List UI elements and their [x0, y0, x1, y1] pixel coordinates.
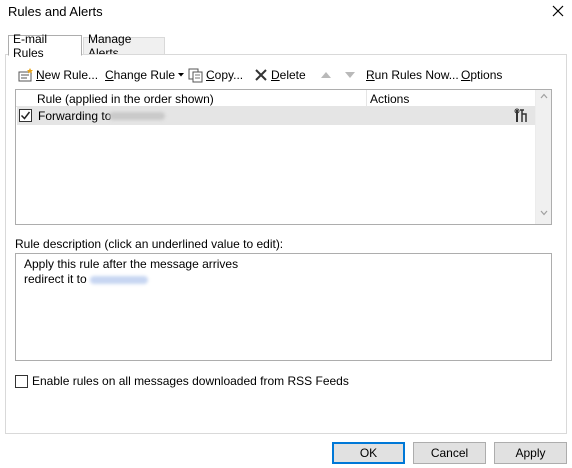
cancel-button[interactable]: Cancel: [413, 442, 486, 464]
rule-name: Forwarding to: [38, 109, 112, 123]
close-button[interactable]: [548, 0, 568, 22]
copy-label: opy...: [214, 68, 244, 82]
new-rule-label: ew Rule...: [44, 68, 99, 82]
column-divider[interactable]: [366, 90, 367, 106]
redacted-recipient: [109, 112, 165, 120]
new-rule-icon: [17, 67, 35, 83]
rule-description-label: Rule description (click an underlined va…: [15, 237, 284, 251]
column-actions-header[interactable]: Actions: [370, 92, 409, 106]
options-button[interactable]: Options: [461, 66, 502, 84]
rule-enabled-checkbox[interactable]: [19, 109, 32, 122]
scroll-up-icon[interactable]: [540, 93, 548, 99]
move-down-button[interactable]: [344, 66, 356, 84]
delete-button[interactable]: Delete: [252, 66, 306, 84]
rules-list[interactable]: Rule (applied in the order shown) Action…: [15, 89, 552, 225]
rss-label: Enable rules on all messages downloaded …: [32, 374, 349, 388]
change-rule-label: hange Rule: [113, 68, 176, 82]
run-rules-now-button[interactable]: Run Rules Now...: [366, 66, 459, 84]
copy-icon: [187, 67, 205, 83]
run-rules-accel: R: [366, 68, 375, 82]
chevron-down-icon: [178, 73, 185, 77]
description-line-condition: Apply this rule after the message arrive…: [24, 257, 239, 271]
description-action-text: redirect it to: [24, 272, 87, 286]
change-rule-button[interactable]: Change Rule: [105, 66, 185, 84]
rule-description-box[interactable]: Apply this rule after the message arrive…: [15, 253, 552, 361]
window-title: Rules and Alerts: [8, 4, 103, 19]
column-rule-header[interactable]: Rule (applied in the order shown): [37, 92, 214, 106]
new-rule-accel: N: [36, 68, 45, 82]
delete-accel: D: [271, 68, 280, 82]
move-up-button[interactable]: [320, 66, 332, 84]
apply-button[interactable]: Apply: [494, 442, 567, 464]
tab-email-rules[interactable]: E-mail Rules: [8, 32, 82, 60]
arrow-down-icon: [345, 72, 355, 78]
run-rules-label: un Rules Now...: [374, 68, 459, 82]
scroll-down-icon[interactable]: [540, 210, 548, 216]
copy-button[interactable]: Copy...: [187, 66, 243, 84]
list-header: Rule (applied in the order shown) Action…: [16, 90, 535, 107]
change-rule-accel: C: [105, 68, 114, 82]
checkmark-icon: [20, 111, 31, 120]
rules-list-scrollbar[interactable]: [535, 90, 551, 224]
redacted-recipient-link[interactable]: [89, 275, 148, 284]
rss-checkbox[interactable]: [15, 374, 28, 388]
rule-row[interactable]: Forwarding to: [17, 107, 535, 125]
description-line-action: redirect it to: [24, 272, 543, 287]
new-rule-button[interactable]: New Rule...: [17, 66, 98, 84]
ok-button[interactable]: OK: [332, 442, 405, 464]
options-accel: O: [461, 68, 471, 82]
delete-label: elete: [279, 68, 306, 82]
delete-icon: [252, 67, 270, 83]
close-icon: [552, 5, 564, 17]
copy-accel: C: [206, 68, 215, 82]
rss-option[interactable]: Enable rules on all messages downloaded …: [15, 374, 349, 388]
rule-actions-icon[interactable]: [514, 108, 530, 127]
options-label: ptions: [470, 68, 503, 82]
tab-manage-alerts[interactable]: Manage Alerts: [83, 32, 165, 60]
arrow-up-icon: [321, 72, 331, 78]
